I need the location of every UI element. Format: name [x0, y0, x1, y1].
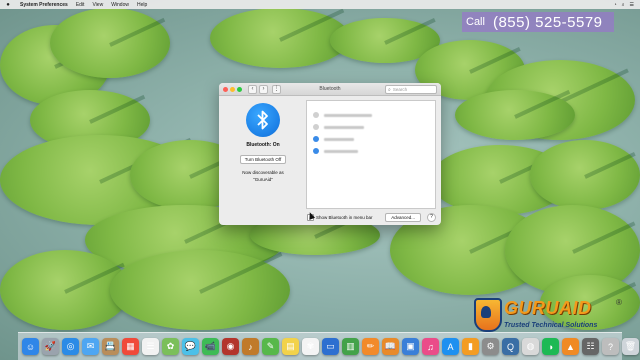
menu-help[interactable]: Help — [137, 2, 147, 8]
reminders-icon[interactable]: ☰ — [142, 338, 159, 355]
discoverable-name: "GuruAid" — [253, 177, 273, 182]
call-label: Call — [466, 16, 485, 28]
spotify-icon[interactable]: ◑ — [542, 338, 559, 355]
menu-extras: ◔ ⌕ ☰ — [614, 2, 634, 8]
guruaid-shield-icon — [474, 298, 502, 332]
garageband-icon[interactable]: ♪ — [242, 338, 259, 355]
menu-edit[interactable]: Edit — [76, 2, 85, 8]
preview-icon[interactable]: ▣ — [402, 338, 419, 355]
numbers-icon[interactable]: ▥ — [342, 338, 359, 355]
notification-center-icon[interactable]: ☰ — [630, 2, 634, 8]
photos-icon[interactable]: ✾ — [302, 338, 319, 355]
menu-view[interactable]: View — [92, 2, 103, 8]
menu-app-name[interactable]: System Preferences — [20, 2, 68, 8]
wifi-icon[interactable]: ◔ — [614, 2, 617, 8]
books-icon[interactable]: 📖 — [382, 338, 399, 355]
lily-pad — [110, 250, 290, 330]
blurred-device-name — [324, 149, 358, 153]
bluetooth-status: Bluetooth: On — [246, 142, 280, 148]
discoverable-note: Now discoverable as — [242, 170, 284, 175]
search-placeholder: Search — [392, 87, 408, 92]
device-blue-icon — [313, 136, 319, 142]
launchpad-icon[interactable]: 🚀 — [42, 338, 59, 355]
spotlight-icon[interactable]: ⌕ — [622, 2, 625, 8]
finder-icon[interactable]: ☺ — [22, 338, 39, 355]
traffic-lights — [223, 86, 242, 92]
lily-pad — [210, 8, 350, 68]
dock: ☺ 🚀 ◎ ✉ 📇 ▦ ☰ ✿ 💬 📹 ◉ ♪ ✎ ▤ ✾ ▭ ▥ ✏ 📖 ▣ ♫ A ▮ ⚙ Q ◍ ◑ ▲ ☷? 🗑 — [18, 332, 639, 360]
window-titlebar: ‹ › ⋮ Bluetooth ⌕ Search — [219, 83, 441, 96]
facetime-icon[interactable]: 📹 — [202, 338, 219, 355]
lily-pad — [455, 90, 575, 140]
device-gray-icon — [313, 112, 319, 118]
logo-brand: GURUAID — [504, 298, 592, 318]
bluetooth-status-panel: Bluetooth: On Turn Bluetooth Off Now dis… — [223, 99, 303, 182]
contacts-icon[interactable]: 📇 — [102, 338, 119, 355]
list-item[interactable] — [307, 121, 435, 133]
safari-icon[interactable]: ◎ — [62, 338, 79, 355]
list-item[interactable] — [307, 145, 435, 157]
keynote-icon[interactable]: ▭ — [322, 338, 339, 355]
menu-window[interactable]: Window — [111, 2, 129, 8]
mail-icon[interactable]: ✉ — [82, 338, 99, 355]
bluetooth-icon — [246, 103, 280, 137]
device-blue-icon — [313, 148, 319, 154]
logo-tagline: Trusted Technical Solutions — [504, 322, 598, 329]
system-preferences-icon[interactable]: ⚙ — [482, 338, 499, 355]
calendar-icon[interactable]: ▦ — [122, 338, 139, 355]
bluetooth-rune-icon — [257, 110, 268, 130]
photo-booth-icon[interactable]: ◉ — [222, 338, 239, 355]
blurred-device-name — [324, 125, 364, 129]
list-item[interactable] — [307, 109, 435, 121]
devices-list[interactable] — [306, 100, 436, 209]
ibooks-author-icon[interactable]: ☷ — [582, 338, 599, 355]
chrome-icon[interactable]: ◍ — [522, 338, 539, 355]
advanced-button[interactable]: Advanced... — [385, 212, 421, 222]
blurred-device-name — [324, 137, 354, 141]
bluetooth-window: ‹ › ⋮ Bluetooth ⌕ Search Bluetooth: On T… — [219, 83, 441, 225]
blurred-device-name — [324, 113, 372, 117]
logo-registered: ® — [616, 298, 622, 307]
lily-pad — [530, 140, 640, 210]
pages-icon[interactable]: ✏ — [362, 338, 379, 355]
notes-icon[interactable]: ▤ — [282, 338, 299, 355]
back-button[interactable]: ‹ — [248, 84, 257, 94]
app-store-icon[interactable]: A — [442, 338, 459, 355]
turn-bluetooth-off-button[interactable]: Turn Bluetooth Off — [239, 155, 287, 164]
help-icon[interactable]: ? — [602, 338, 619, 355]
photo-icon[interactable]: ✿ — [162, 338, 179, 355]
vlc-icon[interactable]: ▲ — [562, 338, 579, 355]
menu-bar: ● System Preferences Edit View Window He… — [0, 0, 640, 9]
show-in-menu-bar-label: Show Bluetooth in menu bar — [316, 214, 373, 220]
minimize-icon[interactable] — [230, 86, 235, 92]
help-button[interactable]: ? — [427, 212, 436, 222]
window-footer: Show Bluetooth in menu bar Advanced... ? — [219, 212, 441, 222]
ibooks-icon[interactable]: ▮ — [462, 338, 479, 355]
messages-icon[interactable]: 💬 — [182, 338, 199, 355]
device-gray-icon — [313, 124, 319, 130]
trash-icon[interactable]: 🗑 — [622, 338, 639, 355]
guruaid-logo: GURUAID ® Trusted Technical Solutions — [474, 298, 634, 334]
list-item[interactable] — [307, 133, 435, 145]
forward-button[interactable]: › — [259, 84, 268, 94]
search-icon: ⌕ — [388, 86, 391, 93]
evernote-icon[interactable]: ✎ — [262, 338, 279, 355]
show-all-button[interactable]: ⋮ — [272, 84, 281, 94]
close-icon[interactable] — [223, 86, 228, 92]
search-field[interactable]: ⌕ Search — [385, 85, 437, 94]
zoom-icon[interactable] — [237, 86, 242, 92]
apple-icon[interactable]: ● — [4, 2, 12, 8]
phone-number: (855) 525-5579 — [492, 13, 603, 31]
phone-banner: Call (855) 525-5579 — [462, 12, 614, 32]
itunes-icon[interactable]: ♫ — [422, 338, 439, 355]
quicktime-icon[interactable]: Q — [502, 338, 519, 355]
lily-pad — [50, 8, 170, 78]
